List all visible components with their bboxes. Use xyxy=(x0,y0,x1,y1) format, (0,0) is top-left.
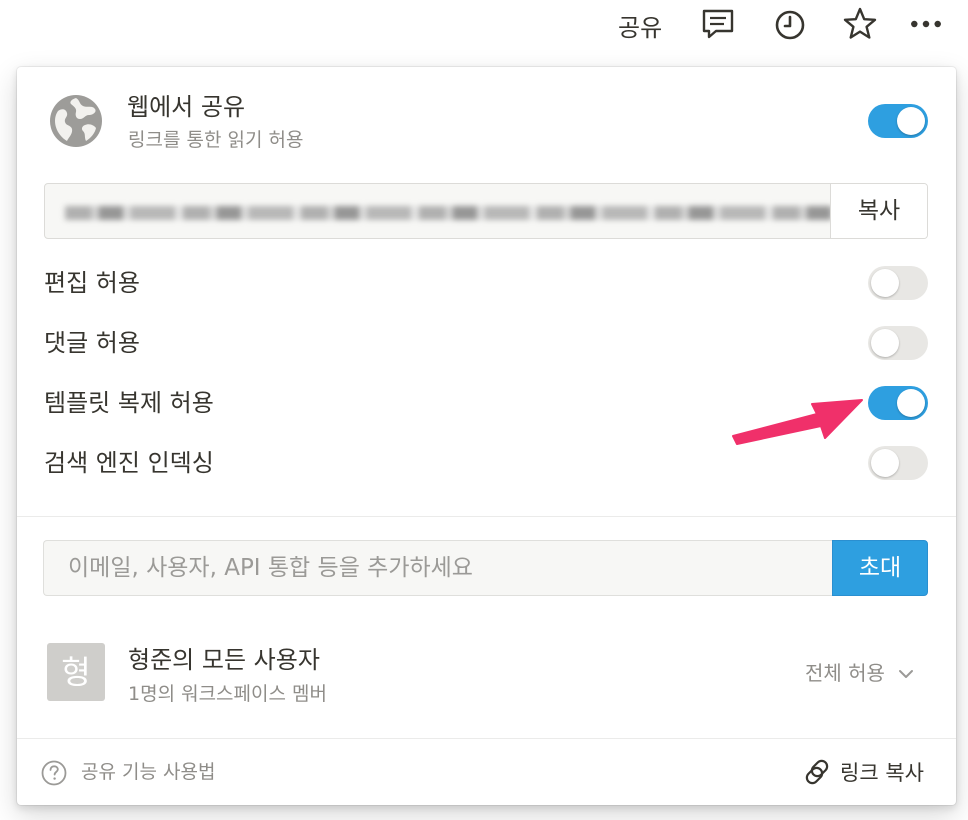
allow-comments-toggle[interactable] xyxy=(868,326,928,360)
globe-icon xyxy=(50,95,102,147)
share-to-web-toggle[interactable] xyxy=(868,104,928,138)
invite-input[interactable] xyxy=(43,540,833,596)
toggle-knob xyxy=(871,449,899,477)
share-panel: 웹에서 공유 링크를 통한 읽기 허용 복사 편집 허용 댓글 허용 템플릿 복… xyxy=(17,67,956,805)
help-icon[interactable] xyxy=(41,760,67,786)
share-button[interactable]: 공유 xyxy=(618,8,662,43)
share-to-web-subtitle: 링크를 통한 읽기 허용 xyxy=(128,129,304,151)
blurred-link-url xyxy=(65,206,835,220)
option-label-search-engine-indexing: 검색 엔진 인덱싱 xyxy=(44,449,214,477)
chevron-down-icon xyxy=(899,670,914,678)
permission-label: 전체 허용 xyxy=(805,661,885,685)
annotation-arrow xyxy=(732,399,863,445)
toggle-knob xyxy=(897,389,925,417)
comment-icon[interactable] xyxy=(700,6,736,42)
more-icon[interactable] xyxy=(908,6,944,42)
option-label-allow-comments: 댓글 허용 xyxy=(44,329,140,357)
top-bar: 공유 xyxy=(0,0,968,60)
star-icon[interactable] xyxy=(842,6,878,42)
allow-duplicate-template-toggle[interactable] xyxy=(868,386,928,420)
search-engine-indexing-toggle[interactable] xyxy=(868,446,928,480)
divider xyxy=(17,516,956,517)
invite-button[interactable]: 초대 xyxy=(832,540,928,596)
toggle-knob xyxy=(871,269,899,297)
option-label-allow-duplicate-template: 템플릿 복제 허용 xyxy=(44,389,214,417)
toggle-knob xyxy=(871,329,899,357)
help-link[interactable]: 공유 기능 사용법 xyxy=(81,757,215,784)
history-icon[interactable] xyxy=(772,6,808,42)
share-to-web-title: 웹에서 공유 xyxy=(127,93,246,121)
divider xyxy=(17,738,956,739)
option-label-allow-edit: 편집 허용 xyxy=(44,269,140,297)
workspace-avatar: 형 xyxy=(47,643,105,701)
workspace-name: 형준의 모든 사용자 xyxy=(128,646,320,674)
permission-dropdown[interactable]: 전체 허용 xyxy=(805,657,915,686)
allow-edit-toggle[interactable] xyxy=(868,266,928,300)
workspace-members: 1명의 워크스페이스 멤버 xyxy=(128,683,327,705)
copy-button[interactable]: 복사 xyxy=(830,184,927,238)
link-icon[interactable] xyxy=(802,757,832,787)
toggle-knob xyxy=(897,107,925,135)
copy-link-button[interactable]: 링크 복사 xyxy=(840,757,924,787)
share-link-field[interactable]: 복사 xyxy=(44,183,928,239)
